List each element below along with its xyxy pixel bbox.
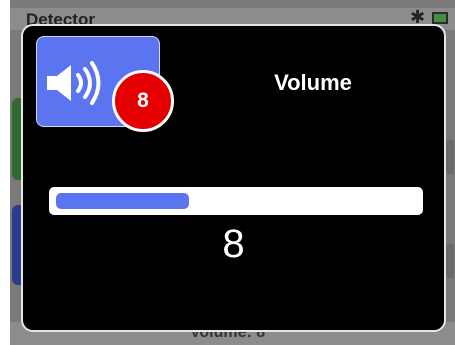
volume-badge: 8: [112, 70, 174, 132]
speaker-volume-icon: [47, 61, 101, 105]
screen: Detector ✱ Volume: 8 8 Volume 8: [0, 0, 455, 345]
dialog-title: Volume: [274, 70, 352, 95]
volume-dialog[interactable]: 8 Volume 8: [21, 24, 446, 332]
battery-icon: [432, 12, 448, 24]
volume-slider[interactable]: [49, 187, 423, 215]
volume-slider-fill: [56, 193, 189, 209]
volume-value: 8: [222, 222, 245, 266]
